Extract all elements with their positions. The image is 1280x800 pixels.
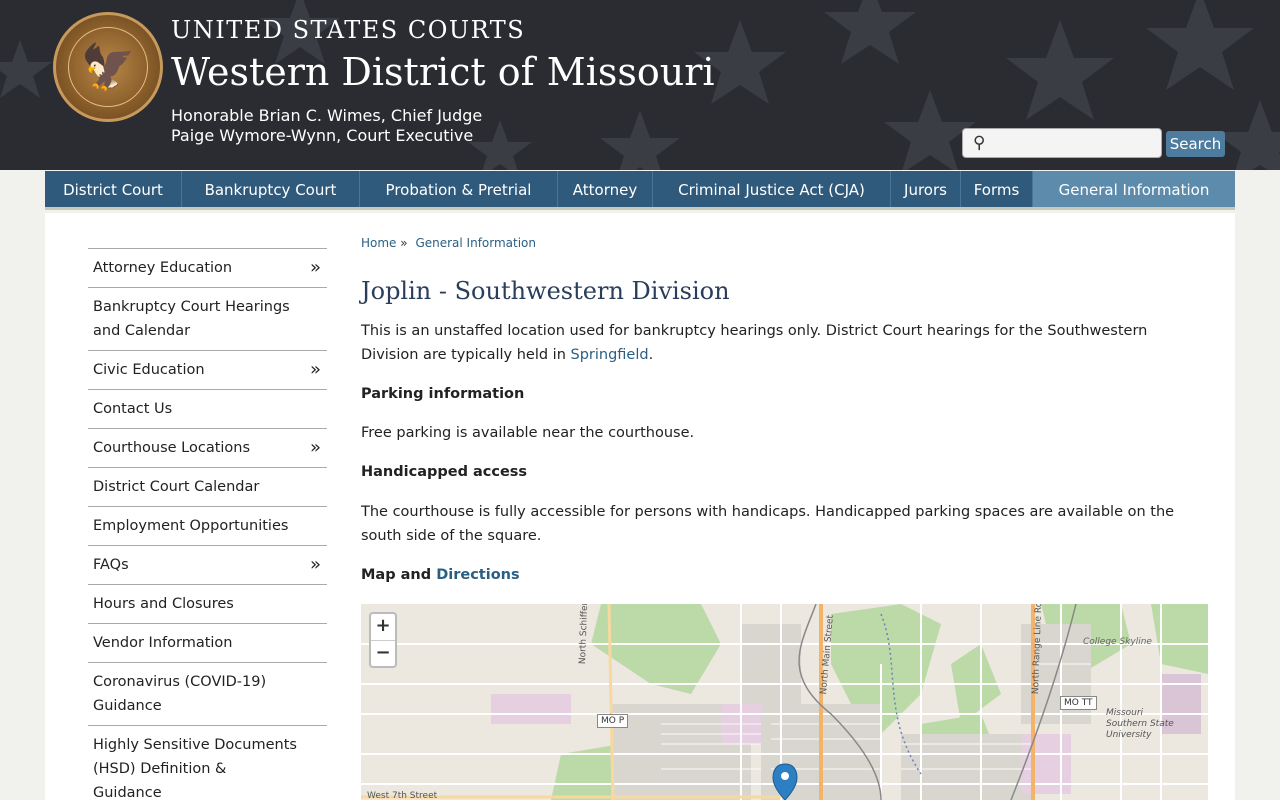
page-title: Joplin - Southwestern Division	[361, 277, 730, 305]
sidebar-item-label: Highly Sensitive Documents (HSD) Definit…	[93, 737, 297, 800]
double-chevron-right-icon[interactable]: »	[310, 358, 321, 382]
map-zoom-control: + −	[369, 612, 397, 668]
search-input[interactable]: ⚲	[962, 128, 1162, 158]
zoom-in-button[interactable]: +	[371, 614, 395, 640]
map-label-mssu: Missouri Southern State University	[1106, 708, 1174, 740]
site-header: 🦅 UNITED STATES COURTS Western District …	[0, 0, 1280, 170]
map-label-college-skyline: College Skyline	[1083, 637, 1152, 647]
springfield-link[interactable]: Springfield	[571, 347, 649, 363]
sidebar-item-covid-guidance[interactable]: Coronavirus (COVID-19) Guidance	[88, 663, 327, 726]
sidebar-item-label: District Court Calendar	[93, 479, 260, 495]
sidebar-item-vendor-information[interactable]: Vendor Information	[88, 624, 327, 663]
directions-link[interactable]: Directions	[436, 567, 519, 583]
sidebar-item-hours-closures[interactable]: Hours and Closures	[88, 585, 327, 624]
sidebar-item-label: Bankruptcy Court Hearings and Calendar	[93, 299, 290, 339]
main-navigation: District Court Bankruptcy Court Probatio…	[45, 171, 1235, 210]
sidebar-item-attorney-education[interactable]: Attorney Education »	[88, 249, 327, 288]
sidebar-item-label: Attorney Education	[93, 260, 233, 276]
sidebar-item-contact-us[interactable]: Contact Us	[88, 390, 327, 429]
map-label-west-7th: West 7th Street	[367, 791, 438, 800]
sidebar-menu: Attorney Education » Bankruptcy Court Hea…	[88, 248, 327, 800]
sidebar-item-label: Coronavirus (COVID-19) Guidance	[93, 674, 267, 714]
nav-attorney[interactable]: Attorney	[558, 171, 653, 207]
double-chevron-right-icon[interactable]: »	[310, 436, 321, 460]
nav-jurors[interactable]: Jurors	[891, 171, 961, 207]
access-heading: Handicapped access	[361, 464, 528, 480]
intro-end: .	[648, 347, 654, 363]
double-chevron-right-icon[interactable]: »	[310, 553, 321, 577]
main-content: Home » General Information Joplin - Sout…	[361, 236, 1209, 587]
sidebar-item-faqs[interactable]: FAQs »	[88, 546, 327, 585]
sidebar-item-district-court-calendar[interactable]: District Court Calendar	[88, 468, 327, 507]
location-map[interactable]: + − North Schifferdecker Ave North Main …	[361, 604, 1208, 800]
sidebar-item-label: FAQs	[93, 557, 129, 573]
map-heading: Map and Directions	[361, 563, 1209, 587]
breadcrumb: Home » General Information	[361, 236, 1209, 256]
breadcrumb-home-link[interactable]: Home	[361, 236, 396, 250]
sidebar-item-employment[interactable]: Employment Opportunities	[88, 507, 327, 546]
eagle-icon: 🦅	[80, 42, 136, 93]
search-button[interactable]: Search	[1166, 131, 1225, 157]
court-seal-logo: 🦅	[53, 12, 163, 122]
site-top-title[interactable]: UNITED STATES COURTS	[171, 16, 525, 44]
chief-judge-text: Honorable Brian C. Wimes, Chief Judge	[171, 106, 483, 125]
court-executive-text: Paige Wymore-Wynn, Court Executive	[171, 126, 474, 145]
sidebar-item-label: Employment Opportunities	[93, 518, 289, 534]
sidebar-item-hsd-guidance[interactable]: Highly Sensitive Documents (HSD) Definit…	[88, 726, 327, 800]
sidebar-item-label: Vendor Information	[93, 635, 233, 651]
access-text: The courthouse is fully accessible for p…	[361, 504, 1175, 544]
intro-text: This is an unstaffed location used for b…	[361, 323, 1148, 363]
map-heading-text: Map and	[361, 567, 432, 583]
sidebar-item-label: Hours and Closures	[93, 596, 234, 612]
intro-paragraph: This is an unstaffed location used for b…	[361, 319, 1209, 367]
sidebar-item-bankruptcy-hearings[interactable]: Bankruptcy Court Hearings and Calendar	[88, 288, 327, 351]
parking-text: Free parking is available near the court…	[361, 425, 695, 441]
road-shield-mo-tt: MO TT	[1060, 696, 1097, 710]
nav-general-information[interactable]: General Information	[1033, 171, 1235, 207]
search-icon: ⚲	[973, 133, 986, 153]
sidebar-item-label: Courthouse Locations	[93, 440, 251, 456]
sidebar-item-label: Contact Us	[93, 401, 173, 417]
sidebar-item-civic-education[interactable]: Civic Education »	[88, 351, 327, 390]
nav-cja[interactable]: Criminal Justice Act (CJA)	[653, 171, 891, 207]
site-main-title[interactable]: Western District of Missouri	[171, 50, 715, 94]
nav-bankruptcy-court[interactable]: Bankruptcy Court	[182, 171, 360, 207]
breadcrumb-separator: »	[400, 236, 408, 250]
double-chevron-right-icon[interactable]: »	[310, 256, 321, 280]
sidebar-item-courthouse-locations[interactable]: Courthouse Locations »	[88, 429, 327, 468]
zoom-out-button[interactable]: −	[371, 640, 395, 666]
parking-heading: Parking information	[361, 386, 525, 402]
nav-forms[interactable]: Forms	[961, 171, 1033, 207]
breadcrumb-general-information-link[interactable]: General Information	[415, 236, 536, 250]
nav-probation-pretrial[interactable]: Probation & Pretrial	[360, 171, 558, 207]
sidebar-item-label: Civic Education	[93, 362, 205, 378]
road-shield-mo-p: MO P	[597, 714, 629, 728]
nav-district-court[interactable]: District Court	[45, 171, 182, 207]
